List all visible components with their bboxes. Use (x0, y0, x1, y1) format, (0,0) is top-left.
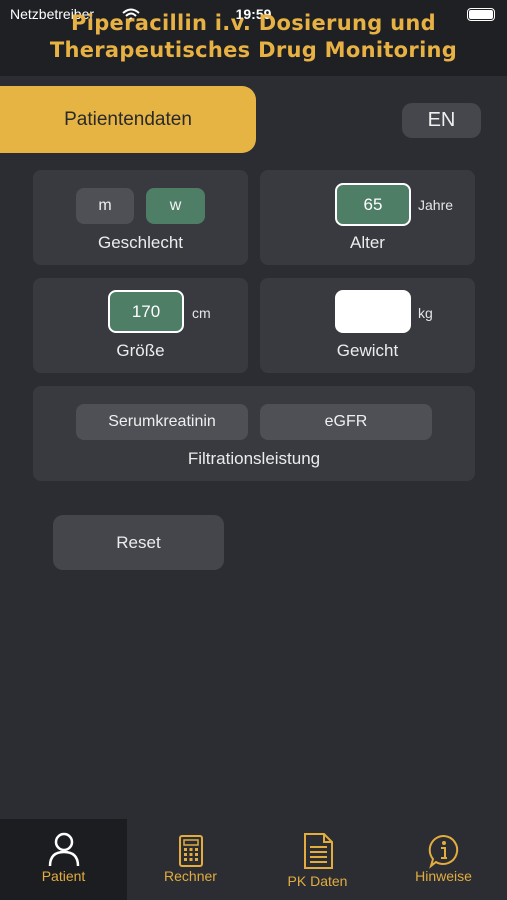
tab-hinweise[interactable]: Hinweise (380, 819, 507, 900)
height-unit: cm (192, 305, 211, 321)
page-title: Piperacillin i.v. Dosierung und Therapeu… (0, 10, 507, 64)
tab-hinweise-label: Hinweise (415, 868, 472, 884)
filtration-label: Filtrationsleistung (187, 449, 321, 468)
sex-m-button[interactable]: m (76, 188, 134, 224)
calculator-icon (127, 835, 254, 871)
age-label: Alter (350, 233, 385, 252)
age-input[interactable]: 65 (335, 183, 411, 226)
filtration-card: Serumkreatinin eGFR Filtrationsleistung (33, 386, 475, 481)
age-unit: Jahre (418, 197, 454, 213)
age-card: 65 Jahre Alter (260, 170, 475, 265)
reset-button[interactable]: Reset (53, 515, 224, 570)
tab-patient[interactable]: Patient (0, 819, 127, 900)
weight-label: Gewicht (336, 341, 399, 360)
height-card: 170 cm Größe (33, 278, 248, 373)
page-title-line-2: Therapeutisches Drug Monitoring (49, 38, 458, 62)
sex-label: Geschlecht (97, 233, 184, 252)
page-title-line-1: Piperacillin i.v. Dosierung und (71, 11, 436, 35)
tab-bar: Patient Rechner PK Daten Hinweise (0, 819, 507, 900)
height-input[interactable]: 170 (108, 290, 184, 333)
tab-patient-label: Patient (41, 868, 86, 884)
tab-rechner[interactable]: Rechner (127, 819, 254, 900)
sex-w-button[interactable]: w (146, 188, 205, 224)
sex-card: m w Geschlecht (33, 170, 248, 265)
document-icon (254, 833, 381, 869)
app-header: Netzbetreiber 19:59 Piperacillin i.v. Do… (0, 0, 507, 76)
tab-rechner-label: Rechner (164, 868, 217, 884)
person-icon (0, 831, 127, 867)
weight-input[interactable] (335, 290, 411, 333)
height-label: Größe (116, 341, 165, 360)
weight-card: kg Gewicht (260, 278, 475, 373)
tab-pk-daten-label: PK Daten (287, 873, 348, 889)
egfr-button[interactable]: eGFR (260, 404, 432, 440)
info-icon (380, 833, 507, 869)
serum-creatinine-button[interactable]: Serumkreatinin (76, 404, 248, 440)
tab-pk-daten[interactable]: PK Daten (254, 819, 381, 900)
weight-unit: kg (418, 305, 433, 321)
patient-data-tab[interactable]: Patientendaten (0, 86, 256, 153)
language-button[interactable]: EN (402, 103, 481, 138)
